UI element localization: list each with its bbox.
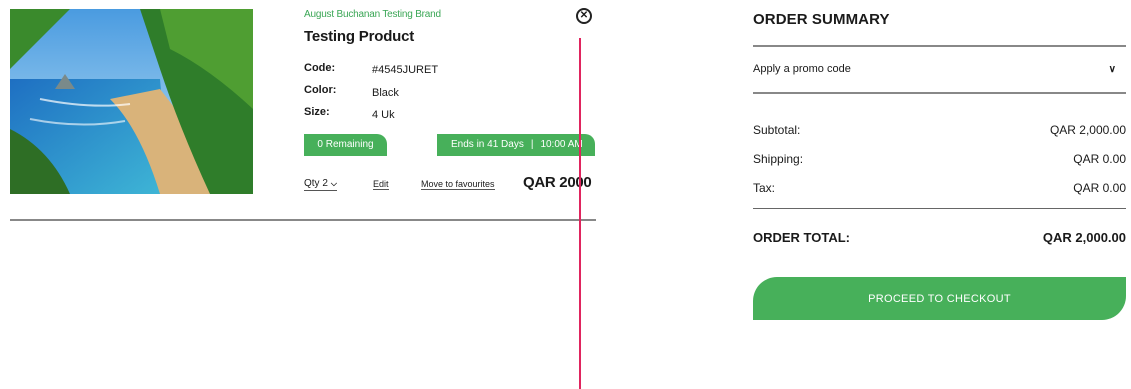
ends-time-text: 10:00 AM <box>540 139 583 150</box>
spec-code-label: Code: <box>304 62 336 74</box>
chevron-down-icon: ∨ <box>1108 63 1116 75</box>
tax-row: Tax: QAR 0.00 <box>753 181 1126 195</box>
summary-divider-promo <box>753 92 1126 94</box>
proceed-to-checkout-button[interactable]: PROCEED TO CHECKOUT <box>753 277 1126 320</box>
shipping-value: QAR 0.00 <box>1073 152 1126 166</box>
spec-size-label: Size: <box>304 106 330 118</box>
move-to-favourites-link[interactable]: Move to favourites <box>421 179 495 190</box>
ends-in-badge: Ends in 41 Days | 10:00 AM <box>437 134 595 156</box>
spec-color-label: Color: <box>304 84 337 96</box>
quantity-label: Qty 2 <box>304 178 328 189</box>
product-brand[interactable]: August Buchanan Testing Brand <box>304 9 441 20</box>
spec-color-value: Black <box>372 87 399 99</box>
remove-item-button[interactable]: ✕ <box>576 8 592 24</box>
remaining-badge: 0 Remaining <box>304 134 387 156</box>
promo-code-toggle[interactable]: Apply a promo code ∨ <box>753 47 1126 91</box>
marker-line <box>579 38 581 389</box>
spec-size-value: 4 Uk <box>372 109 395 121</box>
cart-divider <box>10 219 596 221</box>
quantity-select[interactable]: Qty 2 ⌵ <box>304 178 337 191</box>
subtotal-value: QAR 2,000.00 <box>1049 123 1126 137</box>
order-total-row: ORDER TOTAL: QAR 2,000.00 <box>753 230 1126 245</box>
product-image <box>10 9 253 194</box>
close-circle-icon: ✕ <box>579 10 589 21</box>
subtotal-row: Subtotal: QAR 2,000.00 <box>753 123 1126 137</box>
product-title[interactable]: Testing Product <box>304 28 414 45</box>
summary-divider-total <box>753 208 1126 209</box>
tax-label: Tax: <box>753 181 776 195</box>
shipping-label: Shipping: <box>753 152 804 166</box>
promo-code-label: Apply a promo code <box>753 63 851 75</box>
order-summary-title: ORDER SUMMARY <box>753 11 890 28</box>
tax-value: QAR 0.00 <box>1073 181 1126 195</box>
order-total-value: QAR 2,000.00 <box>1042 230 1126 245</box>
order-total-label: ORDER TOTAL: <box>753 230 851 245</box>
shipping-row: Shipping: QAR 0.00 <box>753 152 1126 166</box>
subtotal-label: Subtotal: <box>753 123 801 137</box>
edit-link[interactable]: Edit <box>373 179 389 190</box>
spec-code-value: #4545JURET <box>372 64 439 76</box>
item-price: QAR 2000 <box>523 174 592 191</box>
ends-in-text: Ends in 41 Days <box>451 139 524 150</box>
chevron-down-icon: ⌵ <box>330 178 337 188</box>
